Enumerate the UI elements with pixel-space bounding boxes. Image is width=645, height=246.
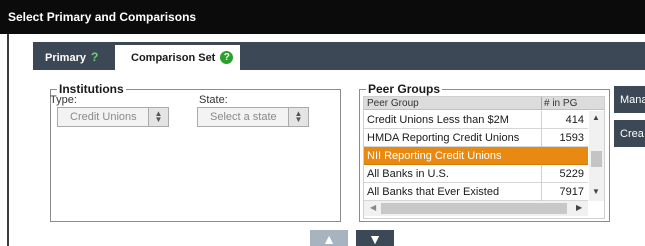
horizontal-scrollbar[interactable]: ◀ ▶ [364, 201, 588, 216]
create-button[interactable]: Crea [614, 120, 645, 147]
chevron-down-icon: ▼ [154, 115, 163, 124]
column-header-count[interactable]: # in PG [544, 97, 577, 110]
table-row[interactable]: HMDA Reporting Credit Unions 1593 [364, 129, 588, 147]
table-row-selected[interactable]: NII Reporting Credit Unions [364, 147, 588, 165]
cell-divider [541, 183, 542, 201]
peer-groups-grid: Peer Group # in PG Credit Unions Less th… [363, 96, 605, 219]
state-label: State: [199, 94, 228, 106]
institutions-panel: Institutions Type: State: Credit Unions … [50, 82, 341, 222]
left-border [0, 34, 9, 246]
dialog: Select Primary and Comparisons Primary ?… [0, 0, 645, 246]
peer-group-name: Credit Unions Less than $2M [367, 114, 509, 126]
table-row[interactable]: All Banks in U.S. 5229 [364, 165, 588, 183]
tab-bar: Primary ? Comparison Set ? [33, 42, 645, 70]
scroll-down-icon[interactable]: ▼ [592, 187, 600, 196]
manage-button[interactable]: Mana [614, 86, 645, 113]
chevron-down-icon: ▼ [294, 115, 303, 124]
dialog-title: Select Primary and Comparisons [8, 10, 197, 24]
state-select-value: Select a state [210, 111, 277, 123]
peer-group-count: 414 [565, 114, 584, 126]
title-bar: Select Primary and Comparisons [0, 0, 645, 34]
help-icon: ? [90, 50, 99, 64]
grid-header: Peer Group # in PG [364, 97, 604, 110]
arrow-up-icon: ▲ [322, 231, 336, 246]
peer-group-name: All Banks in U.S. [367, 168, 449, 180]
tab-primary[interactable]: Primary ? [33, 45, 114, 70]
tab-comparison-set-label: Comparison Set [131, 51, 216, 64]
peer-group-name: All Banks that Ever Existed [367, 186, 500, 198]
peer-group-name: HMDA Reporting Credit Unions [367, 132, 520, 144]
cell-divider [541, 111, 542, 129]
table-row[interactable]: All Banks that Ever Existed 7917 [364, 183, 588, 201]
column-header-peer-group[interactable]: Peer Group [367, 97, 419, 110]
tab-comparison-set[interactable]: Comparison Set ? [115, 45, 240, 70]
peer-group-name: NII Reporting Credit Unions [367, 150, 502, 162]
tab-primary-label: Primary [45, 51, 86, 64]
scroll-right-icon[interactable]: ▶ [576, 203, 582, 212]
peer-groups-panel: Peer Groups Peer Group # in PG Credit Un… [359, 82, 610, 222]
state-spinner[interactable]: ▲ ▼ [288, 108, 308, 126]
peer-groups-legend: Peer Groups [366, 82, 443, 96]
move-up-button[interactable]: ▲ [310, 230, 348, 246]
table-row[interactable]: Credit Unions Less than $2M 414 [364, 111, 588, 129]
column-divider[interactable] [541, 97, 542, 110]
peer-group-count: 5229 [559, 168, 584, 180]
type-select-value: Credit Unions [70, 111, 137, 123]
help-icon: ? [220, 51, 234, 64]
cell-divider [541, 147, 542, 165]
cell-divider [541, 129, 542, 147]
vertical-scrollbar[interactable]: ▲ ▼ [589, 111, 604, 201]
manage-button-label: Mana [620, 93, 645, 106]
peer-group-count: 7917 [559, 186, 584, 198]
scroll-left-icon[interactable]: ◀ [370, 203, 376, 212]
scroll-up-icon[interactable]: ▲ [592, 113, 600, 122]
scroll-thumb[interactable] [591, 151, 602, 167]
type-select[interactable]: Credit Unions ▲ ▼ [57, 107, 169, 127]
create-button-label: Crea [620, 127, 644, 140]
type-label: Type: [50, 94, 77, 106]
scroll-thumb[interactable] [381, 203, 567, 214]
arrow-down-icon: ▼ [368, 231, 382, 246]
cell-divider [541, 165, 542, 183]
type-spinner[interactable]: ▲ ▼ [148, 108, 168, 126]
state-select[interactable]: Select a state ▲ ▼ [197, 107, 309, 127]
peer-group-count: 1593 [559, 132, 584, 144]
move-down-button[interactable]: ▼ [356, 230, 394, 246]
